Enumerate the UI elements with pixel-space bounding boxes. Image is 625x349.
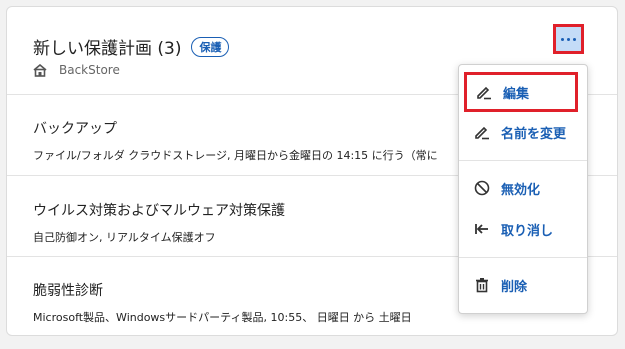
trash-icon: [473, 276, 491, 294]
menu-item-rename[interactable]: 名前を変更: [459, 114, 587, 150]
menu-item-label: 編集: [503, 86, 530, 102]
plan-store-row: BackStore: [33, 63, 120, 77]
menu-item-revoke[interactable]: 取り消し: [459, 211, 587, 247]
pencil-icon: [475, 83, 493, 101]
more-options-button[interactable]: [553, 24, 584, 54]
menu-item-label: 無効化: [501, 182, 541, 198]
menu-item-label: 削除: [501, 279, 528, 295]
section-description: 自己防御オン, リアルタイム保護オフ: [33, 231, 216, 244]
pencil-icon: [473, 123, 491, 141]
store-name: BackStore: [59, 63, 120, 77]
section-description: Microsoft製品、Windowsサードパーティ製品, 10:55、 日曜日…: [33, 311, 412, 324]
menu-separator: [459, 257, 587, 258]
menu-item-label: 取り消し: [501, 223, 554, 239]
more-dot-icon: [573, 37, 576, 41]
section-vulnerability[interactable]: 脆弱性診断 Microsoft製品、Windowsサードパーティ製品, 10:5…: [33, 280, 412, 325]
context-menu: 編集 名前を変更 無効化 取り消し 削除: [458, 64, 588, 314]
building-icon: [33, 63, 47, 77]
section-title: 脆弱性診断: [33, 283, 103, 299]
section-title: ウイルス対策およびマルウェア対策保護: [33, 203, 285, 219]
block-icon: [473, 179, 491, 197]
status-badge: 保護: [191, 36, 230, 57]
section-backup[interactable]: バックアップ ファイル/フォルダ クラウドストレージ, 月曜日から金曜日の 14…: [33, 118, 438, 163]
menu-item-disable[interactable]: 無効化: [459, 170, 587, 206]
arrow-left-icon: [473, 220, 491, 238]
menu-item-delete[interactable]: 削除: [459, 267, 587, 303]
menu-item-edit[interactable]: 編集: [464, 72, 578, 112]
section-title: バックアップ: [33, 121, 117, 137]
more-dot-icon: [567, 37, 570, 41]
menu-separator: [459, 160, 587, 161]
section-antimalware[interactable]: ウイルス対策およびマルウェア対策保護 自己防御オン, リアルタイム保護オフ: [33, 200, 285, 245]
section-description: ファイル/フォルダ クラウドストレージ, 月曜日から金曜日の 14:15 に行う…: [33, 149, 438, 162]
plan-title-row: 新しい保護計画 (3) 保護: [33, 34, 230, 59]
menu-item-label: 名前を変更: [501, 126, 567, 142]
plan-title: 新しい保護計画 (3): [33, 39, 182, 59]
more-dot-icon: [561, 37, 564, 41]
